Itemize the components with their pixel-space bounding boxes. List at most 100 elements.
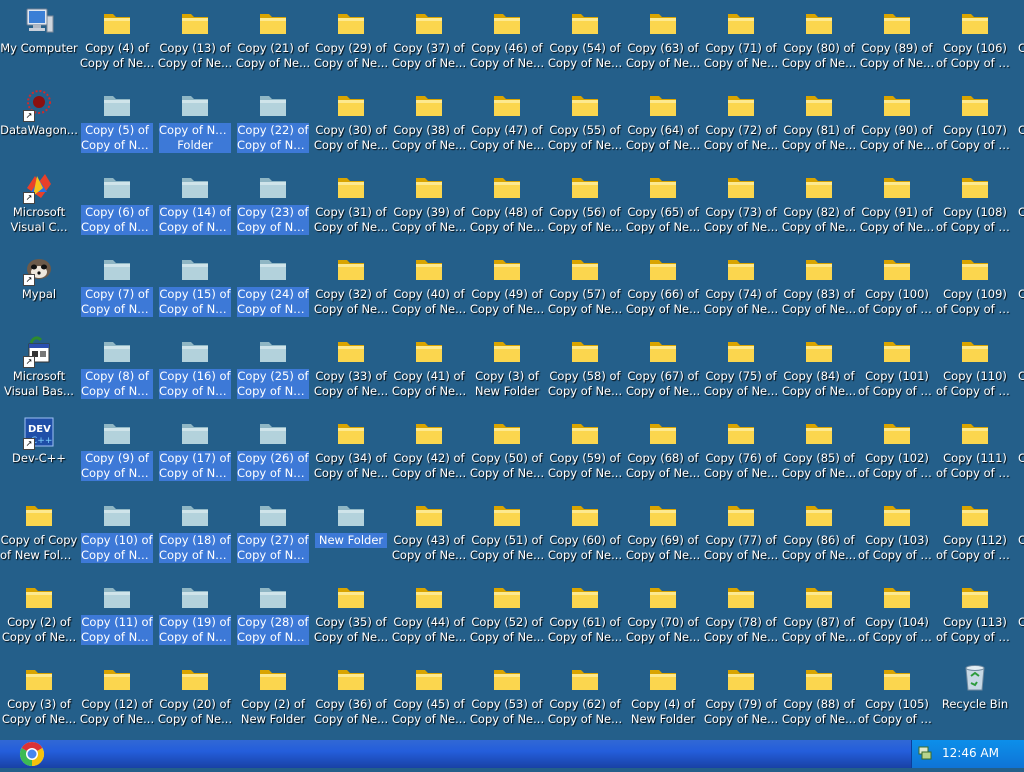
desktop-folder[interactable]: Copy (36) of Copy of Ne... — [312, 660, 390, 740]
desktop-shortcut[interactable]: ↗ DataWagon... — [0, 86, 78, 166]
desktop-folder[interactable]: Copy (14) of Copy of Ne... — [156, 168, 234, 248]
desktop-folder[interactable]: Copy (101)of Copy of Ne... — [858, 332, 936, 412]
desktop-folder[interactable]: Copy (4) of Copy of Ne... — [78, 4, 156, 84]
desktop-folder[interactable]: Copy (88) of Copy of Ne... — [780, 660, 858, 740]
desktop-folder[interactable]: Copy (64) of Copy of Ne... — [624, 86, 702, 166]
desktop-folder[interactable]: Copy (41) of Copy of Ne... — [390, 332, 468, 412]
desktop-folder[interactable]: Copy (80) of Copy of Ne... — [780, 4, 858, 84]
desktop-folder[interactable]: Copy (100)of Copy of Ne... — [858, 250, 936, 330]
desktop-folder[interactable]: Copy (47) of Copy of Ne... — [468, 86, 546, 166]
desktop-folder[interactable]: Copy (109)of Copy of Ne... — [936, 250, 1014, 330]
desktop-folder[interactable]: Copy (86) of Copy of Ne... — [780, 496, 858, 576]
desktop-folder[interactable]: Copy (69) of Copy of Ne... — [624, 496, 702, 576]
desktop-folder[interactable]: Copy (42) of Copy of Ne... — [390, 414, 468, 494]
desktop-folder[interactable]: Copy (51) of Copy of Ne... — [468, 496, 546, 576]
desktop-folder[interactable]: Copy (72) of Copy of Ne... — [702, 86, 780, 166]
desktop-folder[interactable]: Copy (75) of Copy of Ne... — [702, 332, 780, 412]
clock[interactable]: 12:46 AM — [942, 746, 999, 760]
desktop-folder[interactable]: Copy (5) of Copy of Ne... — [78, 86, 156, 166]
desktop-folder[interactable]: Copy (24) of Copy of Ne... — [234, 250, 312, 330]
desktop-folder[interactable]: Copy (53) of Copy of Ne... — [468, 660, 546, 740]
desktop-folder[interactable]: Copy (18) of Copy of Ne... — [156, 496, 234, 576]
desktop-folder[interactable]: Copy (103)of Copy of Ne... — [858, 496, 936, 576]
desktop-folder[interactable]: Copy (82) of Copy of Ne... — [780, 168, 858, 248]
desktop-folder[interactable]: Copy (85) of Copy of Ne... — [780, 414, 858, 494]
desktop-folder[interactable]: Copy (2) of New Folder — [234, 660, 312, 740]
desktop-folder[interactable]: Copy (25) of Copy of Ne... — [234, 332, 312, 412]
desktop-folder[interactable]: Copy (90) of Copy of Ne... — [858, 86, 936, 166]
desktop-folder[interactable]: Copy (37) of Copy of Ne... — [390, 4, 468, 84]
desktop-folder[interactable]: Copy (49) of Copy of Ne... — [468, 250, 546, 330]
desktop-folder[interactable]: Copy (12) of Copy of Ne... — [78, 660, 156, 740]
desktop-folder[interactable]: Copy (15) of Copy of Ne... — [156, 250, 234, 330]
desktop-folder[interactable]: Copy (29) of Copy of Ne... — [312, 4, 390, 84]
desktop-folder[interactable]: New Folder — [312, 496, 390, 576]
desktop-folder[interactable]: Copy (27) of Copy of Ne... — [234, 496, 312, 576]
desktop-shortcut[interactable]: ↗ Mypal — [0, 250, 78, 330]
desktop-folder[interactable]: Copy (7) of Copy of Ne... — [78, 250, 156, 330]
desktop-folder[interactable]: Copy (71) of Copy of Ne... — [702, 4, 780, 84]
desktop-folder[interactable]: Copy (102)of Copy of Ne... — [858, 414, 936, 494]
desktop-folder[interactable]: Copy (22) of Copy of Ne... — [234, 86, 312, 166]
desktop-folder[interactable]: Copy (38) of Copy of Ne... — [390, 86, 468, 166]
desktop-folder[interactable]: Copy (79) of Copy of Ne... — [702, 660, 780, 740]
network-tray-icon[interactable] — [918, 746, 932, 760]
desktop-folder[interactable]: Copy (59) of Copy of Ne... — [546, 414, 624, 494]
desktop-folder[interactable]: Copy (61) of Copy of Ne... — [546, 578, 624, 658]
desktop-folder[interactable]: Copy (110)of Copy of Ne... — [936, 332, 1014, 412]
desktop-folder[interactable]: Copy (65) of Copy of Ne... — [624, 168, 702, 248]
desktop-folder[interactable]: Copy (23) of Copy of Ne... — [234, 168, 312, 248]
desktop-folder[interactable]: Copy (68) of Copy of Ne... — [624, 414, 702, 494]
desktop-folder[interactable]: Copy (4) of New Folder — [624, 660, 702, 740]
desktop-shortcut[interactable]: ↗ Microsoft Visual Bas... — [0, 332, 78, 412]
desktop-folder[interactable]: Copy (106)of Copy of Ne... — [936, 4, 1014, 84]
desktop-folder[interactable]: Copy (9) of Copy of Ne... — [78, 414, 156, 494]
desktop-folder[interactable]: Copy (87) of Copy of Ne... — [780, 578, 858, 658]
desktop-folder[interactable]: Copy (63) of Copy of Ne... — [624, 4, 702, 84]
desktop-folder[interactable]: Copy of Copy of New Folder — [0, 496, 78, 576]
desktop-folder[interactable]: Copy (81) of Copy of Ne... — [780, 86, 858, 166]
desktop-folder[interactable]: Copy (8) of Copy of Ne... — [78, 332, 156, 412]
desktop-folder[interactable]: Copy (108)of Copy of Ne... — [936, 168, 1014, 248]
desktop-shortcut[interactable]: My Computer — [0, 4, 78, 84]
desktop-folder[interactable]: Copy (40) of Copy of Ne... — [390, 250, 468, 330]
desktop-folder[interactable]: Copy (3) of Copy of Ne... — [0, 660, 78, 740]
desktop-folder[interactable]: Copy (55) of Copy of Ne... — [546, 86, 624, 166]
desktop-folder[interactable]: Copy (74) of Copy of Ne... — [702, 250, 780, 330]
desktop-folder[interactable]: Copy (26) of Copy of Ne... — [234, 414, 312, 494]
desktop-folder[interactable]: Copy (44) of Copy of Ne... — [390, 578, 468, 658]
desktop-shortcut[interactable]: DEV C++ ↗ Dev-C++ — [0, 414, 78, 494]
desktop-folder[interactable]: Copy (78) of Copy of Ne... — [702, 578, 780, 658]
desktop-folder[interactable]: Copy (19) of Copy of Ne... — [156, 578, 234, 658]
desktop-folder[interactable]: Copy (33) of Copy of Ne... — [312, 332, 390, 412]
desktop-folder[interactable]: Copy (45) of Copy of Ne... — [390, 660, 468, 740]
desktop-folder[interactable]: Copy (43) of Copy of Ne... — [390, 496, 468, 576]
desktop-folder[interactable]: Copy (112)of Copy of Ne... — [936, 496, 1014, 576]
start-button[interactable] — [12, 740, 52, 768]
desktop-folder[interactable]: Copy (6) of Copy of Ne... — [78, 168, 156, 248]
desktop-folder[interactable]: Copy (67) of Copy of Ne... — [624, 332, 702, 412]
desktop-folder[interactable]: Copy (50) of Copy of Ne... — [468, 414, 546, 494]
desktop-folder[interactable]: Copy (105)of Copy of Ne... — [858, 660, 936, 740]
desktop-folder[interactable]: Copy (3) of New Folder — [468, 332, 546, 412]
desktop-folder[interactable]: Copy (62) of Copy of Ne... — [546, 660, 624, 740]
desktop-shortcut[interactable]: ↗ Microsoft Visual C... — [0, 168, 78, 248]
desktop[interactable]: My Computer Copy (4) of Copy of Ne... Copy … — [0, 0, 1024, 740]
desktop-folder[interactable]: Copy (16) of Copy of Ne... — [156, 332, 234, 412]
desktop-folder[interactable]: Copy (104)of Copy of Ne... — [858, 578, 936, 658]
desktop-folder[interactable]: Copy (20) of Copy of Ne... — [156, 660, 234, 740]
desktop-folder[interactable]: Copy (17) of Copy of Ne... — [156, 414, 234, 494]
desktop-folder[interactable]: Copy of New Folder — [156, 86, 234, 166]
desktop-folder[interactable]: Copy (54) of Copy of Ne... — [546, 4, 624, 84]
desktop-shortcut[interactable]: Recycle Bin — [936, 660, 1014, 740]
desktop-folder[interactable]: Copy (84) of Copy of Ne... — [780, 332, 858, 412]
desktop-folder[interactable]: Copy (21) of Copy of Ne... — [234, 4, 312, 84]
desktop-folder[interactable]: Copy (28) of Copy of Ne... — [234, 578, 312, 658]
desktop-folder[interactable]: Copy (46) of Copy of Ne... — [468, 4, 546, 84]
desktop-folder[interactable]: Copy (73) of Copy of Ne... — [702, 168, 780, 248]
desktop-folder[interactable]: Copy (10) of Copy of Ne... — [78, 496, 156, 576]
desktop-folder[interactable]: Copy (34) of Copy of Ne... — [312, 414, 390, 494]
desktop-folder[interactable]: Copy (11) of Copy of Ne... — [78, 578, 156, 658]
desktop-folder[interactable]: Copy (30) of Copy of Ne... — [312, 86, 390, 166]
desktop-folder[interactable]: Copy (48) of Copy of Ne... — [468, 168, 546, 248]
